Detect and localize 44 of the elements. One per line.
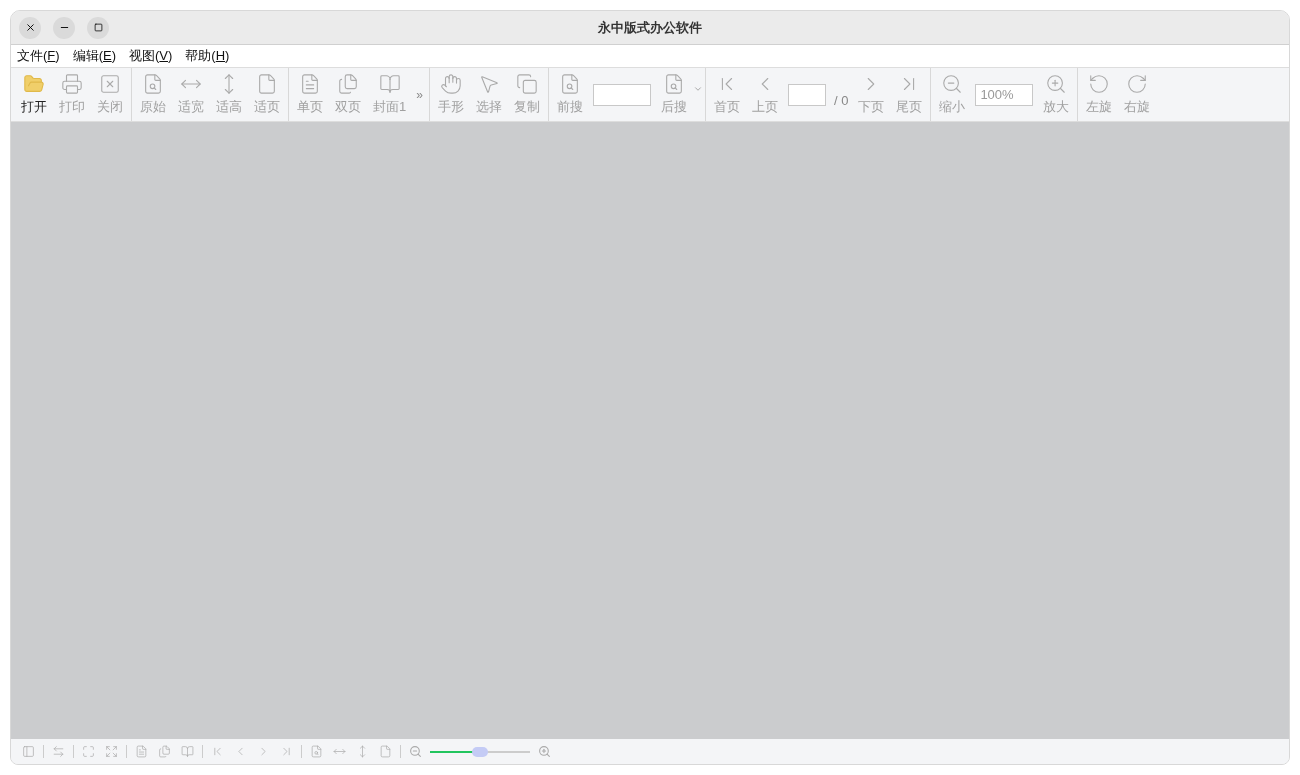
page-count: / 0 [833,91,849,110]
page-icon[interactable] [379,745,392,758]
swap-icon[interactable] [52,745,65,758]
sidebar-icon[interactable] [22,745,35,758]
input-field[interactable]: 100% [975,83,1034,106]
double-page-icon[interactable] [158,745,171,758]
book-icon[interactable] [181,745,194,758]
last-page-icon[interactable] [280,745,293,758]
slider-thumb[interactable] [472,746,488,757]
book-icon [378,72,401,95]
more-button[interactable]: » [416,85,423,104]
rotate-right-icon [1126,72,1149,95]
copy-icon [515,72,538,95]
page-search-icon [142,72,164,95]
close-icon [24,22,36,33]
menu-item[interactable]: 视图(V) [129,46,173,66]
menu-item[interactable]: 帮助(H) [185,46,230,66]
single-page-icon [299,72,321,95]
fullscreen-icon[interactable] [82,745,95,758]
printer-icon [61,72,83,95]
first-page-icon[interactable] [211,745,224,758]
page-search-icon[interactable] [310,745,323,758]
maximize-button[interactable] [87,16,109,39]
zoom-out-icon[interactable] [409,745,422,758]
window-title: 永中版式办公软件 [598,18,702,37]
toolbar-button[interactable]: 打开 [15,69,53,120]
zoom-out-icon [941,72,964,95]
double-page-icon [337,72,359,95]
zoom-in-icon [1045,72,1068,95]
hand-icon [439,72,462,95]
expand-icon[interactable] [105,745,118,758]
minimize-button[interactable] [53,16,75,39]
close-button[interactable] [19,16,41,39]
rotate-left-icon [1088,72,1111,95]
page-icon [256,72,278,95]
single-page-icon[interactable] [135,745,148,758]
maximize-icon [93,23,103,32]
close-icon [99,72,121,95]
input-field[interactable] [592,83,651,106]
menu-item[interactable]: 编辑(E) [72,46,116,66]
menu-item[interactable]: 文件(F) [17,46,60,66]
folder-icon [23,72,45,95]
zoom-in-icon[interactable] [538,745,551,758]
input-field[interactable] [787,83,826,106]
